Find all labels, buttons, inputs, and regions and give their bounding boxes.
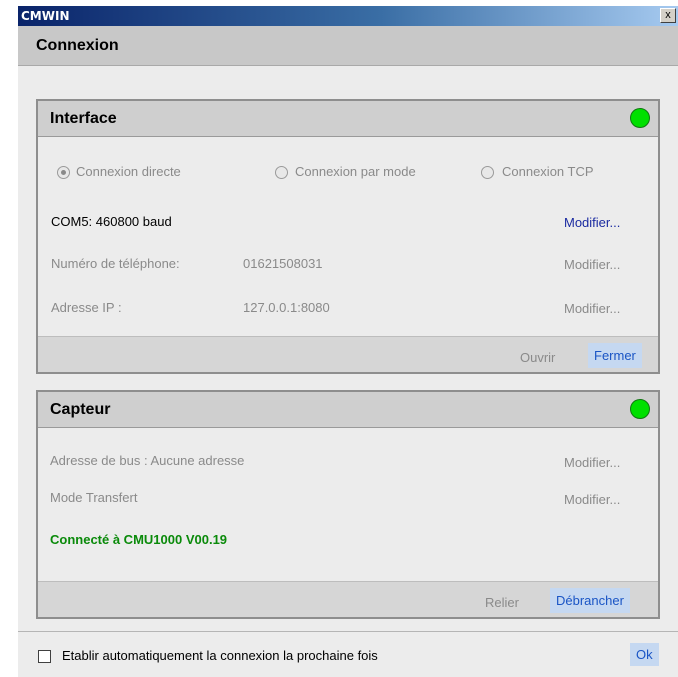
interface-panel: Interface Connexion directe Connexion pa…: [36, 99, 660, 374]
ip-label: Adresse IP :: [51, 300, 122, 315]
phone-value: 01621508031: [243, 256, 323, 271]
phone-modify-link[interactable]: Modifier...: [564, 257, 620, 272]
bus-address-label: Adresse de bus : Aucune adresse: [50, 453, 245, 468]
radio-modem-connection[interactable]: [275, 166, 288, 179]
interface-footer: Ouvrir Fermer: [38, 336, 658, 372]
radio-direct-label[interactable]: Connexion directe: [76, 164, 181, 179]
window-title: CMWIN: [21, 9, 70, 23]
connexion-header: Connexion: [18, 26, 678, 66]
auto-connect-checkbox[interactable]: [38, 650, 51, 663]
sensor-title: Capteur: [50, 401, 111, 418]
ip-value: 127.0.0.1:8080: [243, 300, 330, 315]
radio-modem-label[interactable]: Connexion par mode: [295, 164, 455, 179]
cmwin-window: CMWIN x Connexion Interface Connexion di…: [18, 6, 678, 677]
transfer-modify-link[interactable]: Modifier...: [564, 492, 620, 507]
auto-connect-label[interactable]: Etablir automatiquement la connexion la …: [62, 648, 378, 663]
close-icon[interactable]: x: [660, 8, 676, 23]
com-modify-link[interactable]: Modifier...: [564, 215, 620, 230]
ip-modify-link[interactable]: Modifier...: [564, 301, 620, 316]
open-button[interactable]: Ouvrir: [514, 345, 561, 370]
close-connection-button[interactable]: Fermer: [588, 343, 642, 368]
com-port-value: COM5: 460800 baud: [51, 214, 172, 229]
ok-button[interactable]: Ok: [630, 643, 659, 666]
title-bar[interactable]: CMWIN x: [18, 6, 678, 26]
sensor-panel: Capteur Adresse de bus : Aucune adresse …: [36, 390, 660, 619]
link-button[interactable]: Relier: [479, 590, 525, 615]
sensor-footer: Relier Débrancher: [38, 581, 658, 617]
interface-panel-header: Interface: [38, 101, 658, 137]
interface-status-indicator: [630, 108, 650, 128]
transfer-mode-label: Mode Transfert: [50, 490, 138, 505]
connected-status: Connecté à CMU1000 V00.19: [50, 532, 228, 547]
bottom-bar: Etablir automatiquement la connexion la …: [18, 631, 678, 677]
interface-title: Interface: [50, 110, 117, 127]
sensor-status-indicator: [630, 399, 650, 419]
radio-direct-connection[interactable]: [57, 166, 70, 179]
page-title: Connexion: [36, 37, 119, 54]
phone-label: Numéro de téléphone:: [51, 256, 180, 271]
radio-tcp-connection[interactable]: [481, 166, 494, 179]
radio-tcp-label[interactable]: Connexion TCP: [502, 164, 594, 179]
sensor-panel-header: Capteur: [38, 392, 658, 428]
bus-modify-link[interactable]: Modifier...: [564, 455, 620, 470]
disconnect-button[interactable]: Débrancher: [550, 588, 630, 613]
